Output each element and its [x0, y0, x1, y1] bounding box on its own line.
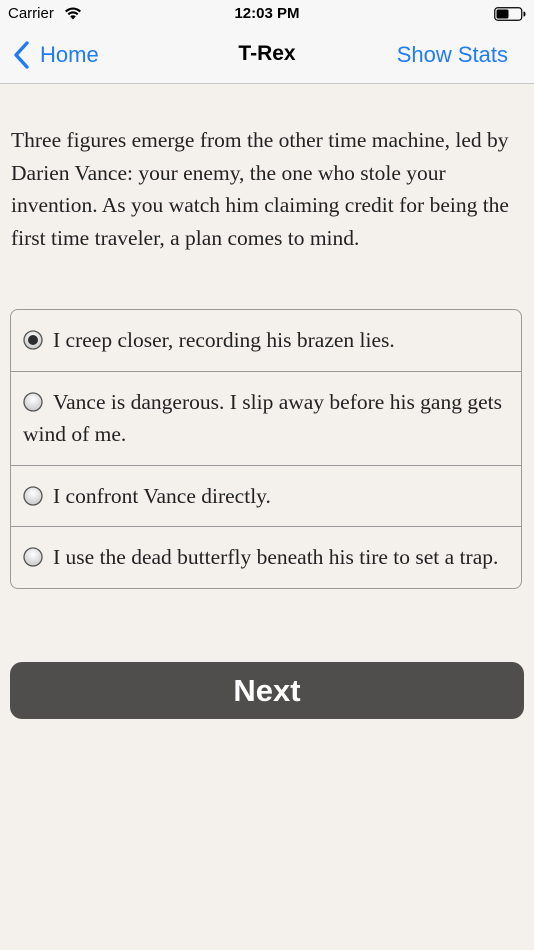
show-stats-button[interactable]: Show Stats — [397, 42, 508, 68]
choice-option-4[interactable]: I use the dead butterfly beneath his tir… — [11, 526, 521, 588]
radio-unselected-icon[interactable] — [23, 391, 43, 412]
radio-selected-icon[interactable] — [23, 330, 43, 350]
back-button[interactable]: Home — [12, 38, 99, 72]
radio-unselected-icon[interactable] — [23, 547, 43, 567]
choice-label: I creep closer, recording his brazen lie… — [53, 328, 395, 352]
chevron-left-icon — [14, 41, 29, 69]
radio-unselected-icon[interactable] — [23, 485, 43, 506]
choice-label: I confront Vance directly. — [53, 483, 271, 508]
choice-label: Vance is dangerous. I slip away before h… — [23, 389, 502, 447]
battery-icon — [494, 7, 526, 21]
status-time: 12:03 PM — [234, 5, 300, 22]
story-text: Three figures emerge from the other time… — [11, 128, 509, 250]
choice-option-2[interactable]: Vance is dangerous. I slip away before h… — [11, 370, 521, 465]
status-bar: Carrier 12:03 PM — [0, 0, 534, 28]
navigation-bar: Home T-Rex Show Stats — [0, 28, 534, 84]
choice-option-1[interactable]: I creep closer, recording his brazen lie… — [11, 310, 521, 371]
choice-label: I use the dead butterfly beneath his tir… — [53, 545, 499, 569]
choice-option-3[interactable]: I confront Vance directly. — [11, 464, 521, 527]
back-button-label: Home — [40, 42, 99, 67]
choice-list: I creep closer, recording his brazen lie… — [10, 309, 522, 589]
next-button[interactable]: Next — [10, 662, 524, 719]
